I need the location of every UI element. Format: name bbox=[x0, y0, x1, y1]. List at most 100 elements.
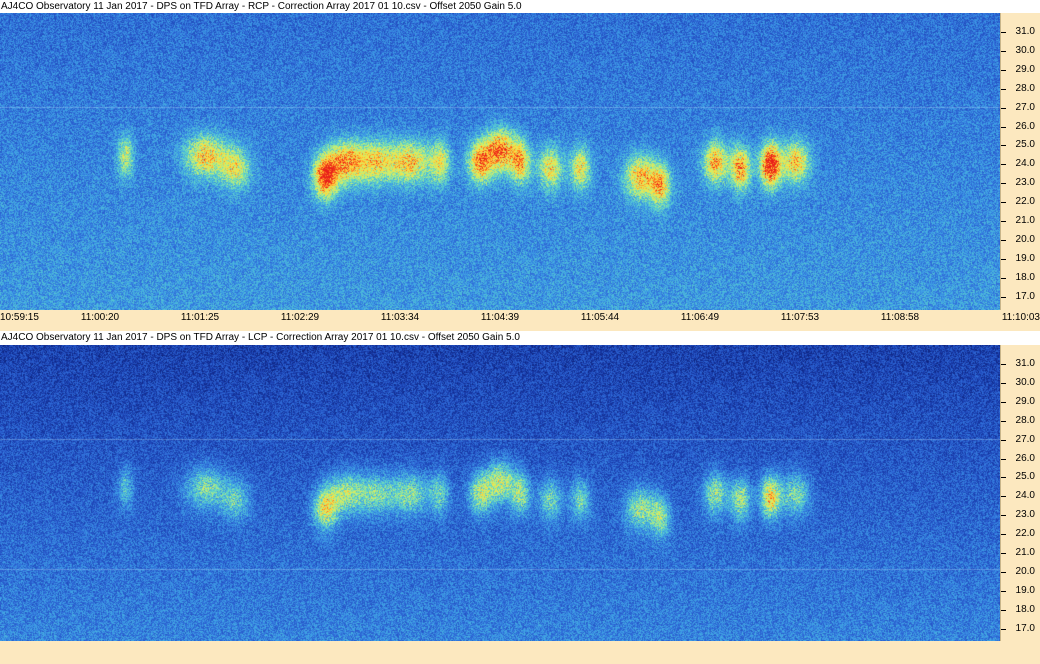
frequency-tick-label: 24.0 bbox=[1015, 158, 1035, 170]
frequency-tick: 24.0 bbox=[1001, 158, 1040, 169]
frequency-tick-label: 27.0 bbox=[1015, 433, 1035, 445]
tick-mark bbox=[1001, 628, 1006, 630]
tick-mark bbox=[1001, 439, 1006, 441]
tick-mark bbox=[1001, 296, 1006, 298]
frequency-tick: 24.0 bbox=[1001, 490, 1040, 501]
rcp-spectrogram-canvas bbox=[0, 13, 1000, 310]
spectrogram-window: AJ4CO Observatory 11 Jan 2017 - DPS on T… bbox=[0, 0, 1040, 664]
time-tick-label: 11:08:58 bbox=[880, 312, 920, 323]
frequency-tick-label: 23.0 bbox=[1015, 509, 1035, 521]
frequency-tick-label: 18.0 bbox=[1015, 603, 1035, 615]
tick-mark bbox=[1001, 88, 1006, 90]
frequency-tick: 17.0 bbox=[1001, 291, 1040, 302]
tick-mark bbox=[1001, 515, 1006, 517]
frequency-tick-label: 28.0 bbox=[1015, 414, 1035, 426]
tick-mark bbox=[1001, 126, 1006, 128]
rcp-frequency-axis: 31.0 30.0 29.0 28.0 27.0 26.0 25.0 24.0 23.0 22.0… bbox=[1000, 13, 1040, 310]
frequency-tick: 23.0 bbox=[1001, 509, 1040, 520]
lcp-spectrogram[interactable] bbox=[0, 345, 1000, 641]
time-tick-label: 11:05:44 bbox=[580, 312, 620, 323]
frequency-tick-label: 31.0 bbox=[1015, 26, 1035, 37]
frequency-tick-label: 30.0 bbox=[1015, 44, 1035, 56]
frequency-tick-label: 19.0 bbox=[1015, 584, 1035, 596]
frequency-tick-label: 20.0 bbox=[1015, 233, 1035, 245]
lcp-panel-title: AJ4CO Observatory 11 Jan 2017 - DPS on T… bbox=[1, 332, 520, 343]
tick-mark bbox=[1001, 609, 1006, 611]
frequency-tick: 25.0 bbox=[1001, 471, 1040, 482]
tick-mark bbox=[1001, 258, 1006, 260]
frequency-tick: 29.0 bbox=[1001, 396, 1040, 407]
frequency-tick: 19.0 bbox=[1001, 253, 1040, 264]
frequency-tick: 30.0 bbox=[1001, 377, 1040, 388]
frequency-tick: 27.0 bbox=[1001, 102, 1040, 113]
frequency-tick: 26.0 bbox=[1001, 453, 1040, 464]
frequency-tick-label: 22.0 bbox=[1015, 528, 1035, 540]
frequency-tick-label: 26.0 bbox=[1015, 452, 1035, 464]
frequency-tick: 23.0 bbox=[1001, 177, 1040, 188]
tick-mark bbox=[1001, 50, 1006, 52]
time-tick-label: 11:10:03 bbox=[1001, 312, 1040, 323]
frequency-tick-label: 31.0 bbox=[1015, 358, 1035, 369]
tick-mark bbox=[1001, 239, 1006, 241]
tick-mark bbox=[1001, 277, 1006, 279]
frequency-tick-label: 18.0 bbox=[1015, 271, 1035, 283]
tick-mark bbox=[1001, 590, 1006, 592]
frequency-tick: 22.0 bbox=[1001, 196, 1040, 207]
tick-mark bbox=[1001, 477, 1006, 479]
tick-mark bbox=[1001, 382, 1006, 384]
frequency-tick-label: 28.0 bbox=[1015, 82, 1035, 94]
frequency-tick: 27.0 bbox=[1001, 434, 1040, 445]
time-tick-label: 11:04:39 bbox=[480, 312, 520, 323]
tick-mark bbox=[1001, 571, 1006, 573]
tick-mark bbox=[1001, 401, 1006, 403]
tick-mark bbox=[1001, 145, 1006, 147]
frequency-tick: 21.0 bbox=[1001, 215, 1040, 226]
frequency-tick: 18.0 bbox=[1001, 272, 1040, 283]
frequency-tick: 28.0 bbox=[1001, 415, 1040, 426]
time-axis: 10:59:15 11:00:20 11:01:25 11:02:29 11:03:34… bbox=[0, 310, 1040, 331]
time-tick-label: 11:07:53 bbox=[780, 312, 820, 323]
frequency-tick-label: 17.0 bbox=[1015, 290, 1035, 302]
tick-mark bbox=[1001, 202, 1006, 204]
time-tick-label: 11:02:29 bbox=[280, 312, 320, 323]
lcp-frequency-axis: 31.0 30.0 29.0 28.0 27.0 26.0 25.0 24.0 23.0 22.0… bbox=[1000, 345, 1040, 641]
tick-mark bbox=[1001, 221, 1006, 222]
frequency-tick: 25.0 bbox=[1001, 139, 1040, 150]
frequency-tick-label: 17.0 bbox=[1015, 622, 1035, 634]
tick-mark bbox=[1001, 458, 1006, 460]
frequency-tick-label: 27.0 bbox=[1015, 101, 1035, 113]
frequency-tick-label: 22.0 bbox=[1015, 196, 1035, 208]
frequency-tick-label: 21.0 bbox=[1015, 215, 1035, 226]
tick-mark bbox=[1001, 534, 1006, 536]
frequency-tick: 18.0 bbox=[1001, 604, 1040, 615]
tick-mark bbox=[1001, 496, 1006, 498]
time-tick-label: 11:00:20 bbox=[80, 312, 120, 323]
frequency-tick: 22.0 bbox=[1001, 528, 1040, 539]
frequency-tick: 31.0 bbox=[1001, 26, 1040, 37]
lcp-spectrogram-canvas bbox=[0, 345, 1000, 641]
tick-mark bbox=[1001, 364, 1006, 365]
frequency-tick-label: 23.0 bbox=[1015, 177, 1035, 189]
frequency-tick: 31.0 bbox=[1001, 358, 1040, 369]
tick-mark bbox=[1001, 420, 1006, 422]
frequency-tick-label: 19.0 bbox=[1015, 252, 1035, 264]
tick-mark bbox=[1001, 183, 1006, 185]
frequency-tick: 28.0 bbox=[1001, 83, 1040, 94]
frequency-tick-label: 20.0 bbox=[1015, 565, 1035, 577]
frequency-tick-label: 25.0 bbox=[1015, 471, 1035, 483]
tick-mark bbox=[1001, 32, 1006, 33]
time-tick-label: 10:59:15 bbox=[0, 312, 39, 323]
frequency-tick-label: 25.0 bbox=[1015, 139, 1035, 151]
frequency-tick: 30.0 bbox=[1001, 45, 1040, 56]
frequency-tick-label: 29.0 bbox=[1015, 63, 1035, 75]
time-tick-label: 11:03:34 bbox=[380, 312, 420, 323]
frequency-tick: 17.0 bbox=[1001, 623, 1040, 634]
frequency-tick-label: 26.0 bbox=[1015, 120, 1035, 132]
tick-mark bbox=[1001, 553, 1006, 554]
frequency-tick: 29.0 bbox=[1001, 64, 1040, 75]
frequency-tick: 26.0 bbox=[1001, 121, 1040, 132]
frequency-tick-label: 21.0 bbox=[1015, 547, 1035, 558]
rcp-spectrogram[interactable] bbox=[0, 13, 1000, 310]
rcp-panel-title: AJ4CO Observatory 11 Jan 2017 - DPS on T… bbox=[1, 1, 522, 12]
frequency-tick: 20.0 bbox=[1001, 566, 1040, 577]
